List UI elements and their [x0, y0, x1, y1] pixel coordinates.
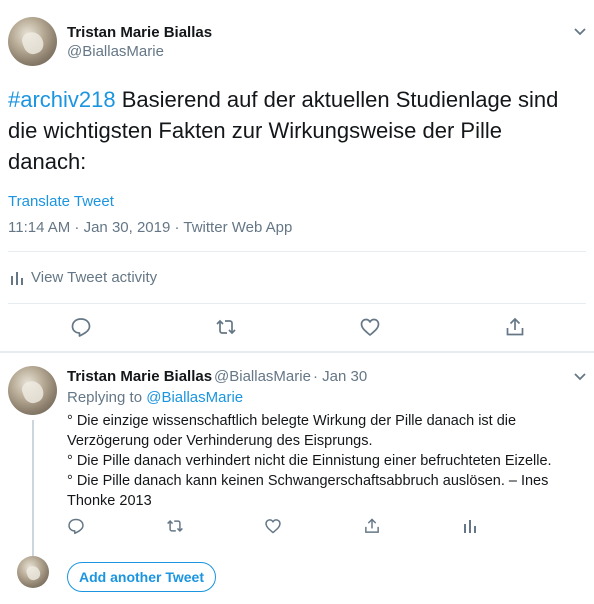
- replying-to-label: Replying to: [67, 389, 147, 406]
- tweet-text: #archiv218 Basierend auf der aktuellen S…: [8, 84, 578, 177]
- share-icon[interactable]: [504, 316, 526, 338]
- reply-icon[interactable]: [67, 517, 85, 535]
- reply-line-1: ° Die einzige wissenschaftlich belegte W…: [67, 413, 521, 449]
- divider: [0, 351, 594, 353]
- reply-line-3: ° Die Pille danach kann keinen Schwanger…: [67, 473, 553, 509]
- like-icon[interactable]: [359, 316, 381, 338]
- replying-to: Replying to @BiallasMarie: [67, 389, 243, 406]
- reply-icon[interactable]: [70, 316, 92, 338]
- author-avatar[interactable]: [8, 17, 57, 66]
- chevron-down-icon[interactable]: [571, 367, 589, 385]
- reply-line-2: ° Die Pille danach verhindert nicht die …: [67, 453, 552, 469]
- replying-to-handle-link[interactable]: @BiallasMarie: [146, 389, 243, 406]
- current-user-avatar: [17, 556, 49, 588]
- divider: [8, 251, 586, 252]
- reply-date[interactable]: · Jan 30: [313, 368, 367, 385]
- share-icon[interactable]: [363, 517, 381, 535]
- like-icon[interactable]: [264, 517, 282, 535]
- chevron-down-icon[interactable]: [571, 22, 589, 40]
- view-tweet-activity-link[interactable]: View Tweet activity: [31, 269, 157, 286]
- add-another-tweet-button[interactable]: Add another Tweet: [67, 562, 216, 592]
- retweet-icon[interactable]: [215, 316, 237, 338]
- reply-tweet-text: ° Die einzige wissenschaftlich belegte W…: [67, 411, 567, 511]
- reply-author-name[interactable]: Tristan Marie Biallas: [67, 368, 212, 385]
- retweet-icon[interactable]: [166, 517, 184, 535]
- divider: [8, 303, 586, 304]
- reply-author-avatar[interactable]: [8, 366, 57, 415]
- hashtag-link[interactable]: #archiv218: [8, 87, 116, 112]
- reply-author-handle[interactable]: @BiallasMarie: [214, 368, 311, 385]
- translate-tweet-link[interactable]: Translate Tweet: [8, 193, 114, 210]
- thread-connector-line: [32, 420, 34, 556]
- bar-chart-icon[interactable]: [461, 517, 479, 535]
- bar-chart-icon[interactable]: [8, 269, 26, 287]
- tweet-timestamp[interactable]: 11:14 AM · Jan 30, 2019 · Twitter Web Ap…: [8, 219, 292, 236]
- author-handle[interactable]: @BiallasMarie: [67, 43, 164, 60]
- author-name[interactable]: Tristan Marie Biallas: [67, 24, 212, 41]
